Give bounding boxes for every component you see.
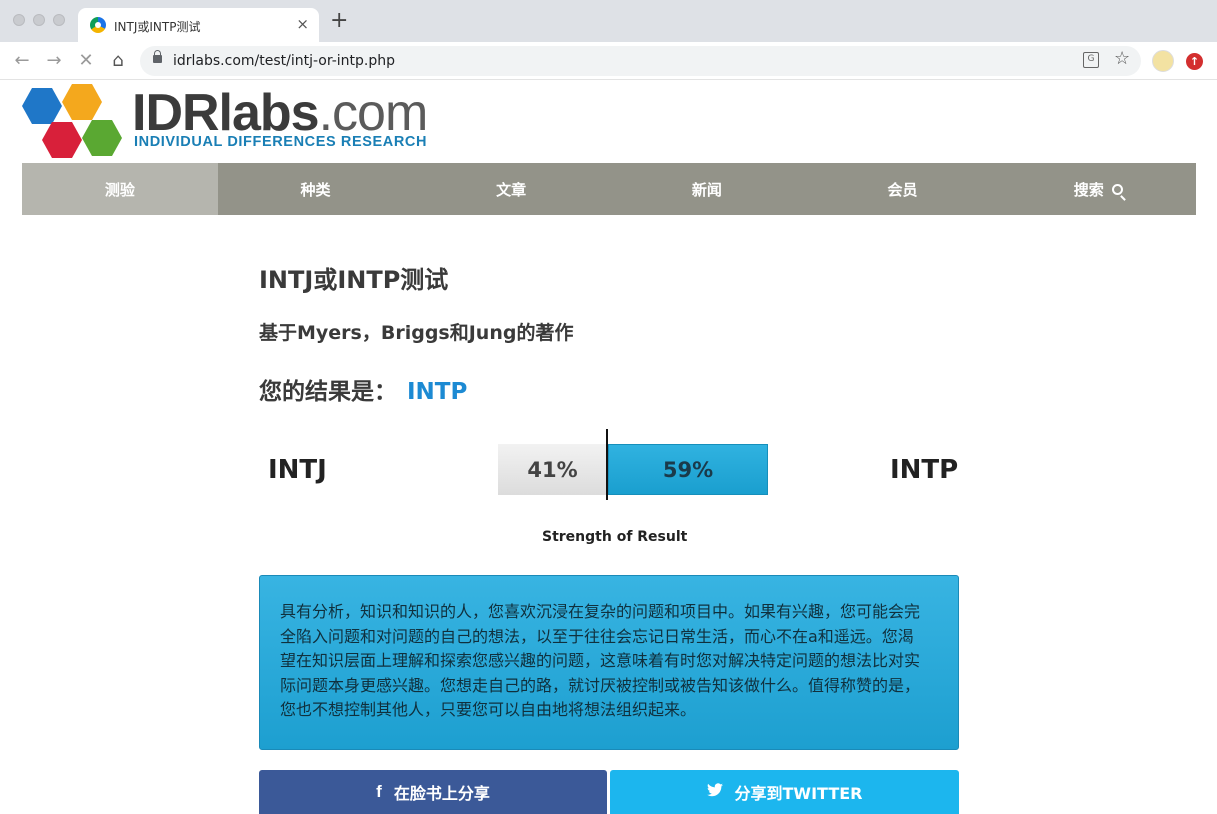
share-twitter-button[interactable]: 分享到TWITTER (610, 770, 959, 814)
browser-toolbar: ← → ✕ ⌂ idrlabs.com/test/intj-or-intp.ph… (0, 42, 1217, 80)
window-maximize-button[interactable] (53, 14, 65, 26)
result-type: INTP (407, 379, 468, 405)
lock-icon (153, 50, 162, 63)
profile-avatar[interactable] (1152, 50, 1174, 72)
window-minimize-button[interactable] (33, 14, 45, 26)
logo-hex-orange (62, 84, 102, 120)
page-subtitle: 基于Myers，Briggs和Jung的著作 (259, 322, 574, 344)
nav-item-members[interactable]: 会员 (805, 163, 1001, 215)
site-logo[interactable]: IDRlabs.com INDIVIDUAL DIFFERENCES RESEA… (22, 82, 442, 162)
logo-hex-red (42, 122, 82, 158)
nav-item-articles[interactable]: 文章 (413, 163, 609, 215)
bookmark-star-icon[interactable]: ☆ (1114, 48, 1130, 69)
page-title: INTJ或INTP测试 (259, 266, 449, 294)
twitter-icon (706, 782, 723, 802)
share-facebook-label: 在脸书上分享 (393, 784, 490, 803)
browser-tab-bar: INTJ或INTP测试 × + (0, 0, 1217, 42)
home-icon[interactable]: ⌂ (106, 49, 130, 73)
result-prefix: 您的结果是： (259, 379, 397, 405)
nav-item-news[interactable]: 新闻 (609, 163, 805, 215)
translate-icon[interactable]: G (1083, 52, 1099, 68)
site-favicon-icon (90, 17, 106, 33)
nav-item-label: 文章 (496, 180, 527, 199)
search-icon (1111, 183, 1123, 195)
nav-item-label: 测验 (104, 180, 135, 199)
address-bar[interactable]: idrlabs.com/test/intj-or-intp.php (140, 46, 1141, 76)
result-bar-divider (606, 429, 608, 500)
type-label-right: INTP (890, 455, 959, 485)
type-label-left: INTJ (268, 455, 327, 485)
share-facebook-button[interactable]: f 在脸书上分享 (259, 770, 607, 814)
type-description-text: 具有分析，知识和知识的人，您喜欢沉浸在复杂的问题和项目中。如果有兴趣，您可能会完… (280, 602, 921, 719)
new-tab-button[interactable]: + (330, 10, 348, 32)
result-heading: 您的结果是： INTP (259, 372, 467, 406)
window-close-button[interactable] (13, 14, 25, 26)
tab-close-icon[interactable]: × (296, 15, 309, 33)
logo-hex-blue (22, 88, 62, 124)
nav-item-label: 会员 (887, 180, 918, 199)
extension-icon[interactable]: ↑ (1186, 53, 1203, 70)
right-percent-label: 59% (662, 457, 714, 482)
strength-of-result-label: Strength of Result (542, 529, 688, 545)
facebook-icon: f (376, 782, 382, 801)
nav-item-label: 种类 (300, 180, 331, 199)
nav-item-label: 搜索 (1073, 180, 1104, 199)
main-nav: 测验 种类 文章 新闻 会员 搜索 (22, 163, 1196, 215)
type-description-box: 具有分析，知识和知识的人，您喜欢沉浸在复杂的问题和项目中。如果有兴趣，您可能会完… (259, 575, 959, 750)
forward-arrow-icon[interactable]: → (42, 49, 66, 73)
nav-item-label: 新闻 (691, 180, 722, 199)
nav-item-types[interactable]: 种类 (218, 163, 414, 215)
stop-loading-icon[interactable]: ✕ (74, 49, 98, 73)
back-arrow-icon[interactable]: ← (10, 49, 34, 73)
share-twitter-label: 分享到TWITTER (734, 784, 863, 803)
result-bar-left: 41% (498, 444, 607, 495)
nav-item-search[interactable]: 搜索 (1000, 163, 1196, 215)
tab-title: INTJ或INTP测试 (114, 20, 201, 34)
nav-item-tests[interactable]: 测验 (22, 163, 218, 215)
result-bar-right: 59% (608, 444, 768, 495)
logo-hex-green (82, 120, 122, 156)
logo-tagline: INDIVIDUAL DIFFERENCES RESEARCH (134, 134, 428, 150)
left-percent-label: 41% (527, 457, 578, 482)
browser-tab[interactable]: INTJ或INTP测试 × (78, 8, 319, 42)
url-text[interactable]: idrlabs.com/test/intj-or-intp.php (173, 53, 395, 69)
